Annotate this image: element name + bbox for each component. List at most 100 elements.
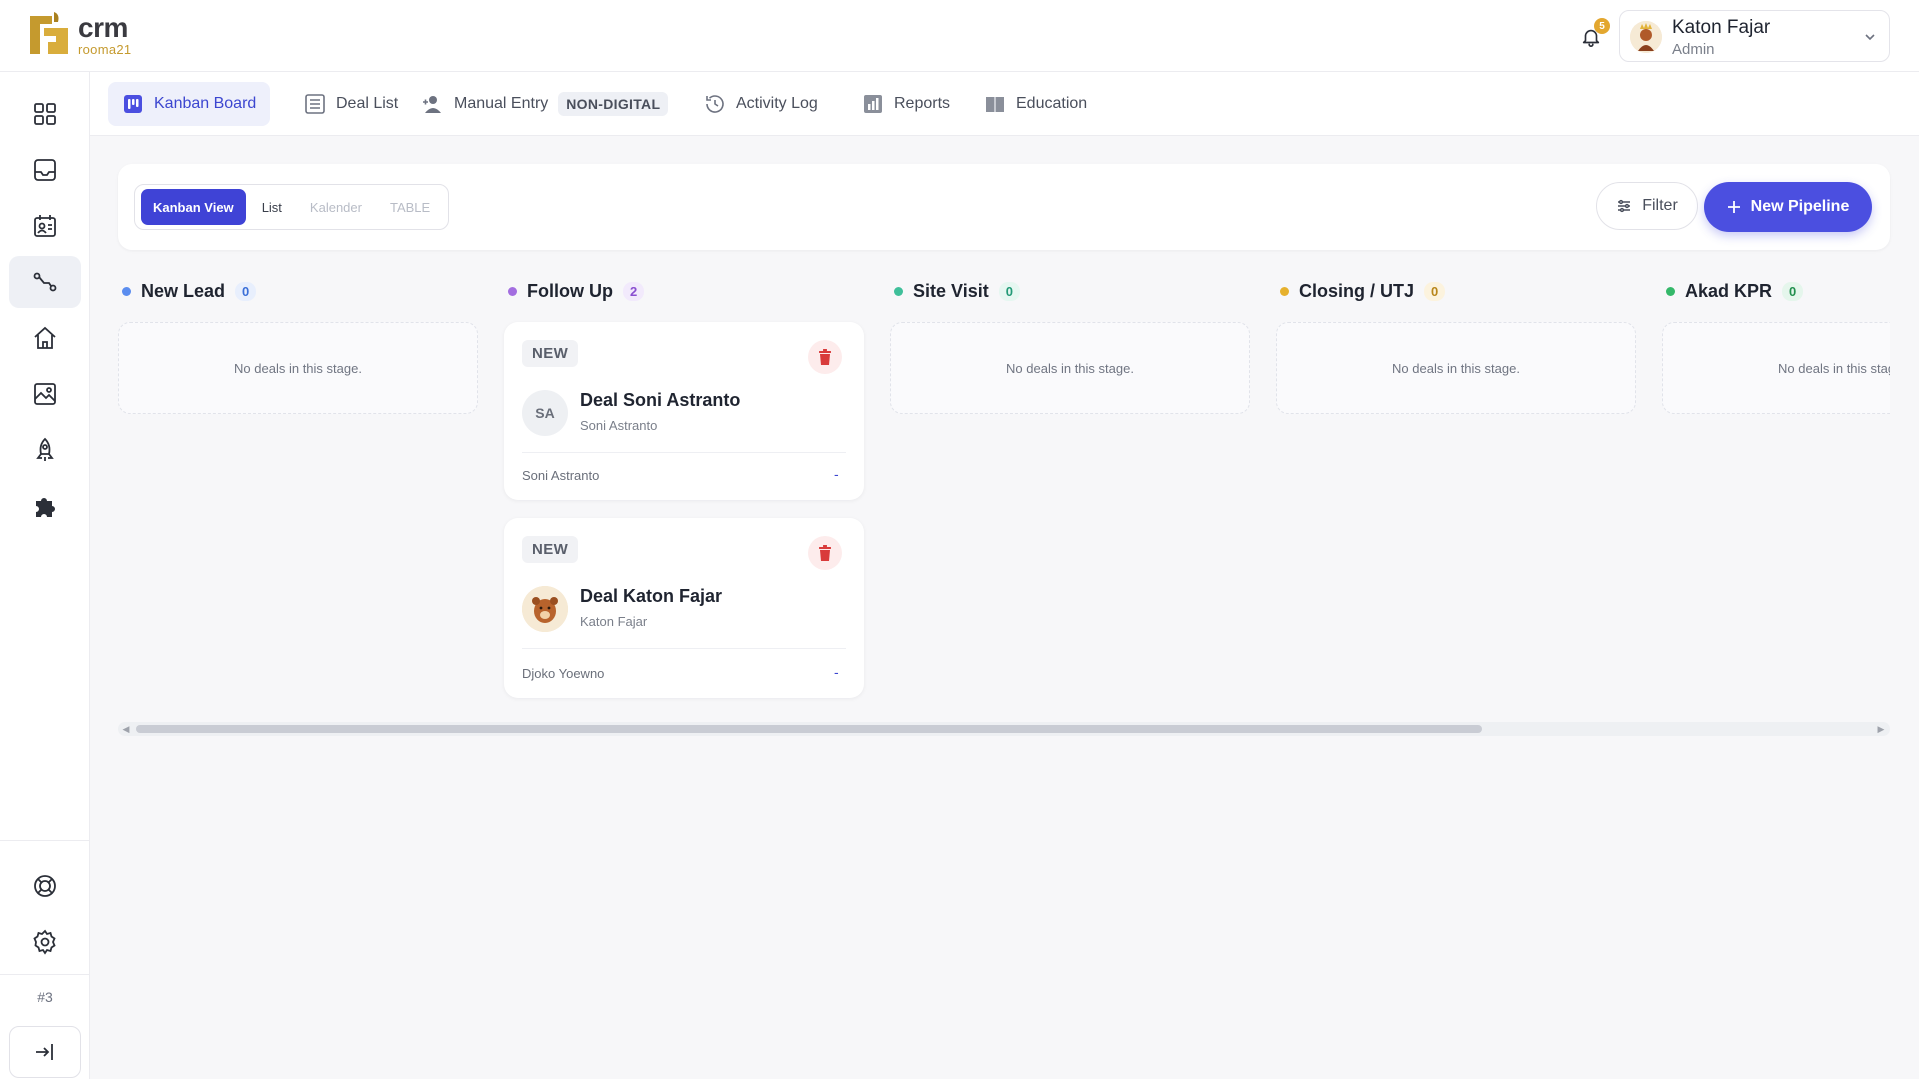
deal-card[interactable]: NEW Deal Katon Fajar Katon Fajar Djoko Y…: [504, 518, 864, 698]
tab-reports[interactable]: Reports: [848, 82, 964, 126]
card-divider: [522, 452, 846, 453]
deal-contact: Katon Fajar: [580, 614, 648, 629]
stage-dot: [894, 286, 903, 296]
deal-contact: Soni Astranto: [580, 418, 658, 433]
column-header: New Lead 0: [122, 276, 478, 306]
chevron-down-icon: [1865, 34, 1875, 41]
tab-label: Reports: [894, 95, 951, 112]
pipeline-icon: [33, 272, 57, 292]
sidebar-item-pipeline[interactable]: [9, 256, 81, 308]
list-icon: [305, 94, 325, 114]
sidebar-item-launch[interactable]: [9, 424, 81, 476]
sidebar-divider: [0, 974, 90, 975]
column-header: Follow Up 2: [508, 276, 864, 306]
card-divider: [522, 648, 846, 649]
column-count: 0: [235, 281, 257, 301]
user-menu[interactable]: Katon Fajar Admin: [1619, 10, 1890, 62]
top-header: crm rooma21 5 Katon Fajar Admin: [0, 0, 1919, 72]
new-pipeline-button[interactable]: New Pipeline: [1704, 182, 1872, 232]
column-count: 0: [998, 281, 1020, 301]
deal-title[interactable]: Deal Soni Astranto: [580, 390, 740, 411]
scroll-right-icon[interactable]: ▶: [1876, 724, 1886, 734]
home-icon: [34, 326, 56, 349]
delete-button[interactable]: [808, 536, 842, 570]
tab-label: Kanban Board: [154, 95, 257, 112]
logout-button[interactable]: [9, 1026, 81, 1078]
logo-subtext: rooma21: [78, 42, 132, 57]
chart-icon: [864, 95, 882, 113]
gallery-icon: [34, 383, 56, 405]
empty-stage: No deals in this stage.: [1662, 322, 1890, 414]
delete-button[interactable]: [808, 340, 842, 374]
nav-tabs: Kanban Board Deal List Manual Entry NON-…: [90, 72, 1919, 136]
tab-manual-entry[interactable]: Manual Entry NON-DIGITAL: [408, 82, 682, 126]
view-table[interactable]: TABLE: [378, 189, 442, 225]
deal-title[interactable]: Deal Katon Fajar: [580, 586, 722, 607]
column-title: Closing / UTJ: [1299, 280, 1415, 301]
scrollbar-thumb[interactable]: [136, 725, 1482, 733]
stage-dot: [122, 286, 131, 296]
deal-value: -: [834, 664, 839, 680]
user-role: Admin: [1672, 41, 1715, 58]
view-list[interactable]: List: [250, 189, 294, 225]
sidebar-item-integrations[interactable]: [9, 480, 81, 532]
user-name: Katon Fajar: [1672, 17, 1771, 38]
sidebar-item-settings[interactable]: [9, 916, 81, 968]
column-title: New Lead: [141, 280, 226, 301]
sidebar-item-dashboard[interactable]: [9, 88, 81, 140]
stage-dot: [1666, 286, 1675, 296]
trash-icon: [819, 545, 831, 561]
history-icon: [706, 95, 724, 113]
filter-button[interactable]: Filter: [1596, 182, 1698, 230]
sidebar-item-properties[interactable]: [9, 312, 81, 364]
new-pipeline-label: New Pipeline: [1750, 198, 1850, 215]
board-scrollbar[interactable]: ◀ ▶: [118, 722, 1890, 736]
user-avatar-icon: [522, 586, 568, 632]
sidebar-item-inbox[interactable]: [9, 144, 81, 196]
deal-card[interactable]: NEW SA Deal Soni Astranto Soni Astranto …: [504, 322, 864, 500]
workspace-number: #3: [37, 989, 53, 1005]
view-kanban[interactable]: Kanban View: [141, 189, 246, 225]
plus-icon: [1727, 201, 1740, 213]
column-header: Site Visit 0: [894, 276, 1250, 306]
sidebar-item-support[interactable]: [9, 860, 81, 912]
notifications-button[interactable]: 5: [1576, 18, 1610, 52]
filter-icon: [1618, 199, 1631, 213]
column-title: Site Visit: [913, 280, 989, 301]
logo-text: crm: [78, 12, 128, 43]
app-logo[interactable]: crm rooma21: [26, 10, 131, 60]
empty-stage: No deals in this stage.: [1276, 322, 1636, 414]
column-akad-kpr: Akad KPR 0 No deals in this stage.: [1662, 276, 1890, 414]
stage-dot: [1280, 286, 1289, 296]
kanban-icon: [124, 95, 142, 113]
column-new-lead: New Lead 0 No deals in this stage.: [118, 276, 478, 414]
tab-kanban-board[interactable]: Kanban Board: [108, 82, 271, 126]
column-count: 2: [622, 281, 645, 301]
trash-icon: [819, 349, 831, 365]
sidebar: #3: [0, 72, 90, 1079]
tab-activity-log[interactable]: Activity Log: [690, 82, 832, 126]
column-count: 0: [1424, 281, 1446, 301]
column-header: Akad KPR 0: [1666, 276, 1890, 306]
sidebar-item-gallery[interactable]: [9, 368, 81, 420]
deal-value: -: [834, 466, 839, 482]
avatar: [522, 586, 568, 632]
empty-stage: No deals in this stage.: [118, 322, 478, 414]
support-icon: [34, 875, 56, 897]
view-kalender[interactable]: Kalender: [298, 189, 374, 225]
sidebar-item-contacts[interactable]: [9, 200, 81, 252]
empty-stage: No deals in this stage.: [890, 322, 1250, 414]
kanban-board: New Lead 0 No deals in this stage. Follo…: [118, 276, 1890, 714]
rocket-icon: [36, 437, 54, 461]
column-count: 0: [1782, 281, 1804, 301]
filter-label: Filter: [1642, 197, 1678, 214]
tab-label: Activity Log: [736, 95, 818, 112]
avatar: SA: [522, 390, 568, 436]
scroll-left-icon[interactable]: ◀: [121, 724, 131, 734]
user-avatar-icon: [1630, 21, 1662, 53]
tab-deal-list[interactable]: Deal List: [290, 82, 412, 126]
tab-education[interactable]: Education: [970, 82, 1101, 126]
column-title: Akad KPR: [1685, 280, 1773, 301]
tab-label: Education: [1016, 95, 1088, 112]
contacts-icon: [34, 215, 56, 237]
